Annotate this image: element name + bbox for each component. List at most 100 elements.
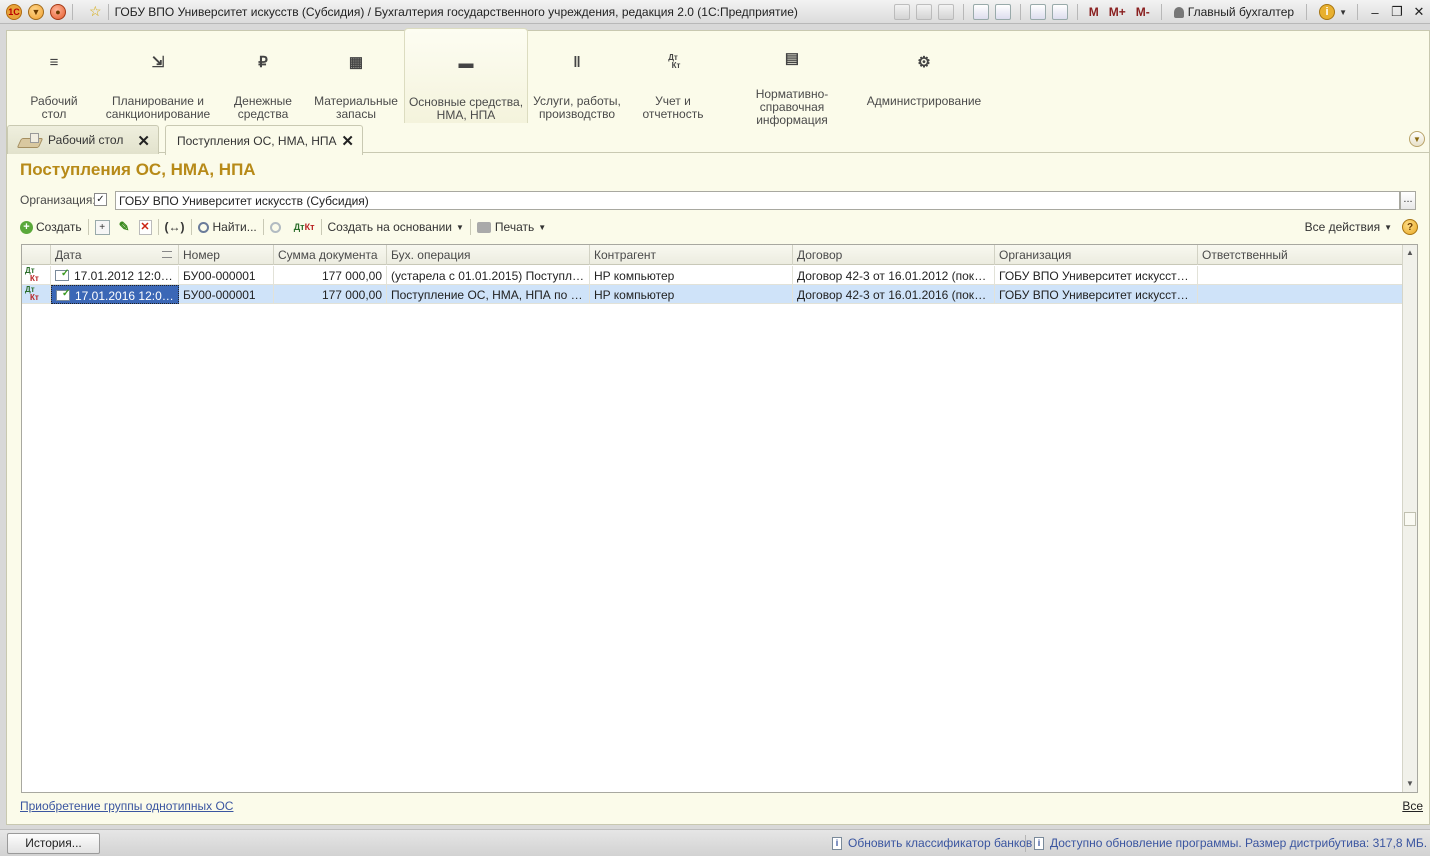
- home-icon[interactable]: ●: [50, 3, 66, 20]
- column-header-responsible[interactable]: Ответственный: [1198, 245, 1403, 265]
- column-header-contract[interactable]: Договор: [793, 245, 995, 265]
- memory-minus-button[interactable]: M-: [1136, 5, 1150, 19]
- organization-input[interactable]: ГОБУ ВПО Университет искусств (Субсидия): [115, 191, 1400, 210]
- find-button[interactable]: Найти...: [197, 220, 257, 234]
- organization-label: Организация:: [20, 193, 96, 207]
- print-icon[interactable]: [915, 4, 932, 20]
- counterparty-cell: HP компьютер: [590, 266, 793, 285]
- tabs-menu-chevron-icon[interactable]: ▼: [1409, 131, 1425, 147]
- add-favorite-icon[interactable]: [972, 4, 989, 20]
- create-based-on-button[interactable]: Создать на основании ▼: [328, 220, 464, 234]
- column-header-date[interactable]: Дата: [51, 245, 179, 265]
- tab-desktop[interactable]: Рабочий стол ✕: [7, 125, 159, 154]
- scroll-thumb[interactable]: [1404, 512, 1416, 526]
- documents-table: Дата Номер Сумма документа Бух. операция…: [21, 244, 1418, 793]
- memory-button[interactable]: M: [1089, 5, 1099, 19]
- column-header-amount[interactable]: Сумма документа: [274, 245, 387, 265]
- status-text: Обновить классификатор банков: [848, 836, 1033, 850]
- delete-mark-button[interactable]: ✕: [138, 219, 152, 235]
- scroll-up-icon[interactable]: ▲: [1403, 245, 1417, 261]
- calendar-icon[interactable]: [1051, 4, 1068, 20]
- close-window-button[interactable]: ✕: [1408, 4, 1430, 20]
- section-label: Администрирование: [866, 94, 982, 108]
- current-user[interactable]: Главный бухгалтер: [1173, 5, 1294, 19]
- column-header-operation[interactable]: Бух. операция: [387, 245, 590, 265]
- show-all-link[interactable]: Все: [1402, 799, 1423, 813]
- organization-select-button[interactable]: ...: [1400, 191, 1416, 210]
- responsible-cell: [1198, 285, 1403, 304]
- date-cell: 17.01.2012 12:00:04: [51, 266, 179, 285]
- calculator-icon[interactable]: [1029, 4, 1046, 20]
- column-header-organization[interactable]: Организация: [995, 245, 1198, 265]
- sort-icon: [162, 251, 172, 258]
- preview-icon[interactable]: [937, 4, 954, 20]
- create-button[interactable]: + Создать: [20, 220, 82, 234]
- section-label: Рабочий стол: [30, 94, 78, 121]
- table-row[interactable]: ДтКт 17.01.2012 12:00:04 БУ00-000001 177…: [22, 266, 1403, 285]
- close-tab-icon[interactable]: ✕: [341, 132, 354, 150]
- close-tab-icon[interactable]: ✕: [137, 132, 150, 150]
- tools-icon: ǁ: [573, 53, 581, 71]
- all-actions-label: Все действия: [1304, 220, 1381, 234]
- operation-cell: (устарела с 01.01.2015) Поступлени...: [387, 266, 590, 285]
- history-button[interactable]: История...: [7, 833, 100, 854]
- section-admin[interactable]: ⚙ Администрирование: [866, 31, 982, 123]
- all-actions-button[interactable]: Все действия ▼: [1305, 220, 1392, 234]
- date-value: 17.01.2012 12:00:04: [74, 269, 179, 283]
- section-fixed-assets[interactable]: ▬ Основные средства, НМА, НПА: [404, 28, 528, 123]
- interval-button[interactable]: (↔): [165, 220, 185, 234]
- open-tabs-bar: Рабочий стол ✕ Поступления ОС, НМА, НПА …: [7, 123, 1429, 155]
- info-icon[interactable]: i: [1319, 4, 1336, 20]
- responsible-cell: [1198, 266, 1403, 285]
- copy-button[interactable]: +: [94, 219, 110, 235]
- main-menu-icon[interactable]: ▼: [28, 3, 44, 20]
- postings-button[interactable]: ДтКт: [294, 222, 315, 232]
- divider: [1025, 835, 1026, 852]
- divider: [157, 219, 159, 235]
- section-materials[interactable]: ▦ Материальные запасы: [313, 31, 399, 123]
- restore-button[interactable]: ❐: [1386, 4, 1408, 20]
- boxes-icon: ▦: [348, 53, 364, 71]
- organization-filter-checkbox[interactable]: ✓: [94, 193, 107, 206]
- tab-label: Поступления ОС, НМА, НПА: [177, 133, 337, 148]
- purchase-group-link[interactable]: Приобретение группы однотипных ОС: [20, 799, 233, 813]
- column-header-number[interactable]: Номер: [179, 245, 274, 265]
- main-frame: ≡ Рабочий стол ⇲ Планирование и санкцион…: [6, 28, 1430, 825]
- section-services[interactable]: ǁ Услуги, работы, производство: [533, 31, 621, 123]
- memory-plus-button[interactable]: M+: [1109, 5, 1126, 19]
- section-reference[interactable]: ▤ Нормативно-справочная информация: [727, 31, 857, 127]
- pencil-icon: ✎: [118, 219, 130, 234]
- divider: [1019, 4, 1021, 20]
- section-desktop[interactable]: ≡ Рабочий стол: [19, 31, 89, 123]
- section-planning[interactable]: ⇲ Планирование и санкционирование: [103, 31, 213, 123]
- column-header-counterparty[interactable]: Контрагент: [590, 245, 793, 265]
- copy-icon: +: [94, 219, 110, 235]
- program-update-link[interactable]: i Доступно обновление программы. Размер …: [1034, 836, 1427, 850]
- chevron-down-icon[interactable]: ▼: [1339, 8, 1347, 17]
- number-cell: БУ00-000001: [179, 285, 274, 304]
- table-row-selected[interactable]: ДтКт 17.01.2016 12:00:04 БУ00-000001 177…: [22, 285, 1403, 304]
- tab-receipts[interactable]: Поступления ОС, НМА, НПА ✕: [165, 125, 363, 155]
- edit-button[interactable]: ✎: [119, 219, 130, 235]
- favorites-star-icon[interactable]: ☆: [89, 3, 102, 20]
- 1c-logo-icon[interactable]: 1С: [6, 3, 22, 20]
- date-cell: 17.01.2016 12:00:04: [51, 285, 179, 304]
- books-icon: ▤: [784, 50, 800, 67]
- link-icon[interactable]: [994, 4, 1011, 20]
- dt-kt-icon: Дт Кт: [25, 266, 39, 283]
- cancel-search-button[interactable]: [269, 221, 285, 233]
- number-cell: БУ00-000001: [179, 266, 274, 285]
- help-icon[interactable]: ?: [1402, 219, 1418, 235]
- column-header-label: Номер: [183, 248, 220, 262]
- scroll-down-icon[interactable]: ▼: [1403, 776, 1417, 792]
- section-money[interactable]: ₽ Денежные средства: [227, 31, 299, 123]
- section-accounting[interactable]: Дт Кт Учет и отчетность: [637, 31, 709, 123]
- update-bank-classifier-link[interactable]: i Обновить классификатор банков: [832, 836, 1032, 850]
- column-header-label: Дата: [55, 248, 82, 262]
- vertical-scrollbar[interactable]: ▲ ▼: [1402, 245, 1417, 792]
- column-header-label: Сумма документа: [278, 248, 378, 262]
- save-icon[interactable]: [893, 4, 910, 20]
- amount-cell: 177 000,00: [274, 285, 387, 304]
- print-button[interactable]: Печать ▼: [476, 220, 546, 234]
- minimize-button[interactable]: –: [1364, 5, 1386, 20]
